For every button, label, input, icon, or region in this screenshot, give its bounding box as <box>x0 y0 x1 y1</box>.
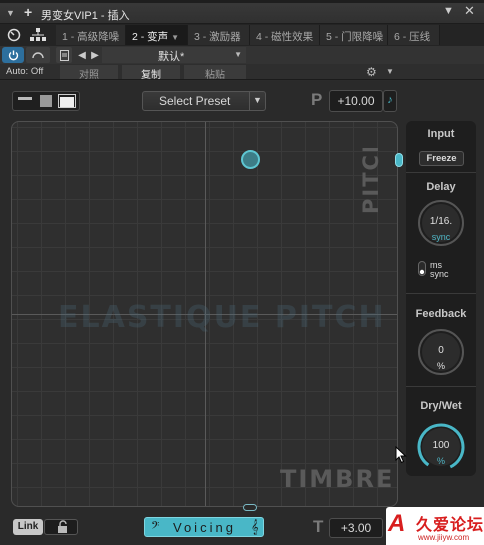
pitch-glyph: P <box>311 90 323 109</box>
timbre-axis-label: TIMBRE <box>280 465 395 493</box>
delay-knob[interactable]: 1/16. sync <box>416 198 466 248</box>
timbre-value-field[interactable]: +3.00 <box>329 518 383 538</box>
freeze-button[interactable]: Freeze <box>419 151 464 166</box>
tab-label: 1 - 高级降噪 <box>62 31 120 43</box>
elastique-pitch-panel: Select Preset ▼ P +10.00 ♪ ELASTIQUE PIT… <box>0 81 484 545</box>
preset-name-dropdown[interactable]: 默认* ▼ <box>102 47 246 63</box>
input-section: Input Freeze <box>406 121 476 173</box>
preset-file-icon[interactable] <box>56 47 72 63</box>
timbre-slider-handle[interactable] <box>243 504 257 511</box>
tab-label: 2 - 变声 <box>132 31 169 43</box>
pin-icon[interactable]: ▼ <box>443 5 454 17</box>
right-controls-panel: Input Freeze Delay 1/16. sync ms sync Fe… <box>406 121 476 476</box>
delay-mode-toggle[interactable] <box>418 261 426 276</box>
tab-label: 4 - 磁性效果 <box>256 31 314 43</box>
paste-label: 粘贴 <box>205 70 225 81</box>
mouse-cursor-icon <box>395 446 407 464</box>
feedback-title: Feedback <box>415 308 467 320</box>
insert-tab-row: 1 - 高级降噪 2 - 变声 ▼ 3 - 激励器 4 - 磁性效果 5 - 门限… <box>0 24 484 46</box>
feedback-section: Feedback 0 % <box>406 295 476 387</box>
voicing-label: Voicing <box>173 520 236 535</box>
drywet-value: 100 <box>432 440 450 451</box>
pitch-slider-handle[interactable] <box>395 153 403 167</box>
gear-icon[interactable]: ⚙ <box>366 65 377 79</box>
pad-watermark: ELASTIQUE PITCH V2 <box>58 300 397 335</box>
drywet-knob[interactable]: 100 % <box>416 422 466 472</box>
title-bar: ▼ + 男变女VIP1 - 插入 ▼ ✕ <box>0 0 484 24</box>
tab-advanced-denoise[interactable]: 1 - 高级降噪 <box>56 25 126 45</box>
chevron-down-icon[interactable]: ▼ <box>386 67 394 76</box>
feedback-unit: % <box>436 361 445 371</box>
lock-toggle[interactable] <box>44 519 78 535</box>
tab-limiter[interactable]: 6 - 压线 <box>388 25 440 45</box>
tab-gate-denoise[interactable]: 5 - 门限降噪 <box>320 25 388 45</box>
timbre-glyph: T <box>313 517 324 536</box>
drywet-unit: % <box>436 456 445 466</box>
paste-button[interactable]: 粘贴 <box>184 65 246 81</box>
power-button[interactable] <box>2 47 24 63</box>
site-logo-icon: A <box>388 510 406 537</box>
sync-option[interactable]: sync <box>430 269 449 279</box>
view-medium-button[interactable] <box>37 94 55 108</box>
preset-name-label: 默认* <box>158 51 185 63</box>
lock-icon <box>58 520 67 533</box>
drywet-section: Dry/Wet 100 % <box>406 388 476 476</box>
view-small-button[interactable] <box>16 94 34 108</box>
copy-button[interactable]: 复制 <box>122 65 180 81</box>
routing-icon[interactable] <box>28 26 48 44</box>
view-size-buttons <box>12 91 80 111</box>
pitch-timbre-xy-pad[interactable]: ELASTIQUE PITCH V2 PITCH TIMBRE <box>11 121 398 507</box>
plugin-window: ▼ + 男变女VIP1 - 插入 ▼ ✕ 1 - 高级降噪 2 - 变声 ▼ 3 … <box>0 0 484 545</box>
tab-magnetic[interactable]: 4 - 磁性效果 <box>250 25 320 45</box>
delay-unit: sync <box>431 232 451 242</box>
delay-title: Delay <box>426 181 456 193</box>
site-watermark-text: 久爱论坛 <box>416 517 484 534</box>
select-preset-dropdown[interactable]: Select Preset ▼ <box>142 91 266 111</box>
tab-exciter[interactable]: 3 - 激励器 <box>188 25 250 45</box>
automation-mode[interactable]: Auto: Off <box>6 66 43 77</box>
collapse-arrow-icon[interactable]: ▼ <box>6 8 15 18</box>
svg-text:PITCH: PITCH <box>359 148 383 214</box>
add-icon[interactable]: + <box>24 4 32 20</box>
tab-label: 3 - 激励器 <box>194 31 241 43</box>
title-bar-edge <box>0 0 484 3</box>
copy-label: 复制 <box>141 70 161 81</box>
delay-section: Delay 1/16. sync ms sync <box>406 174 476 294</box>
chevron-down-icon: ▼ <box>249 92 265 110</box>
select-preset-label: Select Preset <box>159 94 231 108</box>
link-button[interactable]: Link <box>13 519 43 535</box>
delay-value: 1/16. <box>429 216 453 227</box>
note-icon[interactable]: ♪ <box>383 90 397 112</box>
feedback-value: 0 <box>438 345 444 356</box>
input-title: Input <box>427 128 455 140</box>
view-large-button[interactable] <box>58 94 76 108</box>
compare-button[interactable]: 对照 <box>60 65 118 81</box>
bass-clef-icon: 𝄢 <box>151 519 160 534</box>
tab-label: 5 - 门限降噪 <box>326 31 384 43</box>
pitch-axis-label: PITCH <box>359 148 383 214</box>
site-watermark-logo: A 久爱论坛 www.jiiyw.com <box>386 507 484 545</box>
automation-bar: Auto: Off 对照 复制 粘贴 ⚙ ▼ <box>0 64 484 81</box>
pad-control-point[interactable] <box>241 150 260 169</box>
voicing-button[interactable]: 𝄢 Voicing 𝄞 <box>144 517 264 537</box>
tab-label: 6 - 压线 <box>394 31 431 43</box>
previous-preset-icon[interactable]: ◀ <box>76 47 88 63</box>
window-title: 男变女VIP1 - 插入 <box>41 10 130 22</box>
close-icon[interactable]: ✕ <box>464 3 475 19</box>
chevron-down-icon: ▼ <box>234 50 242 59</box>
bypass-clock-icon[interactable] <box>4 26 24 44</box>
compare-label: 对照 <box>79 70 99 81</box>
drywet-title: Dry/Wet <box>420 400 462 412</box>
feedback-knob[interactable]: 0 % <box>416 327 466 377</box>
treble-clef-icon: 𝄞 <box>251 519 259 534</box>
site-watermark-url: www.jiiyw.com <box>418 533 470 542</box>
tab-voice-change[interactable]: 2 - 变声 ▼ <box>126 25 188 45</box>
preset-bar: ◀ ▶ 默认* ▼ <box>0 46 484 64</box>
next-preset-icon[interactable]: ▶ <box>89 47 101 63</box>
sidechain-button[interactable] <box>26 47 50 63</box>
pitch-value-field[interactable]: +10.00 <box>329 90 383 112</box>
chevron-down-icon[interactable]: ▼ <box>171 33 179 42</box>
